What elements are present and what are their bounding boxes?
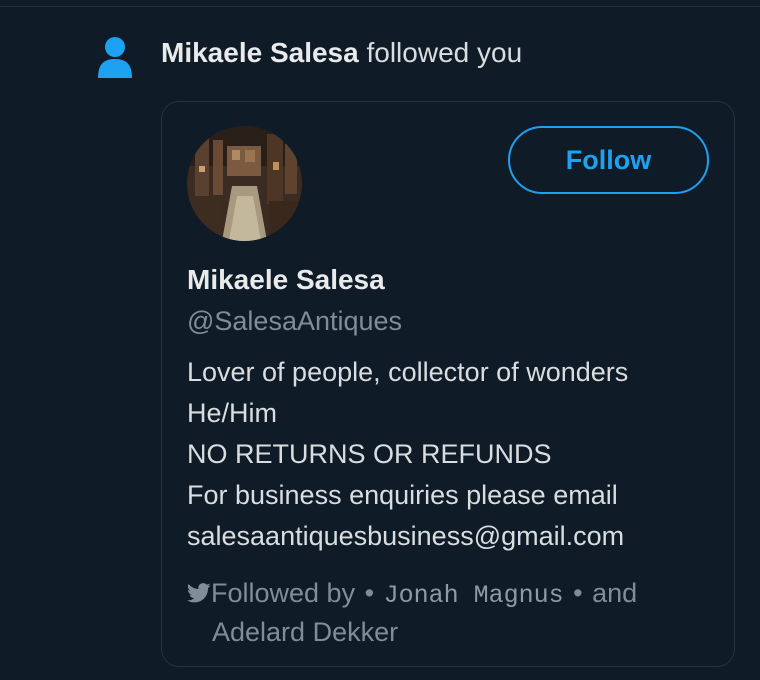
follow-notification[interactable]: Mikaele Salesa followed you Follow Mikae… bbox=[0, 0, 760, 680]
avatar-image bbox=[187, 126, 302, 241]
notification-header: Mikaele Salesa followed you bbox=[161, 36, 522, 70]
followed-by-prefix: Followed by bbox=[211, 578, 356, 608]
separator-dot: • bbox=[364, 578, 375, 608]
followed-by-context: Followed by • Jonah Magnus • and Adelard… bbox=[187, 575, 707, 651]
separator-dot: • bbox=[573, 578, 583, 608]
actor-name[interactable]: Mikaele Salesa bbox=[161, 37, 359, 68]
person-icon bbox=[98, 37, 132, 78]
bio-line: Lover of people, collector of wonders bbox=[187, 357, 629, 387]
follow-button[interactable]: Follow bbox=[508, 126, 709, 194]
bio-line: salesaantiquesbusiness@gmail.com bbox=[187, 521, 625, 551]
user-bio: Lover of people, collector of wonders He… bbox=[187, 352, 628, 557]
bird-icon bbox=[187, 583, 211, 603]
display-name[interactable]: Mikaele Salesa bbox=[187, 263, 385, 297]
follower-name[interactable]: Adelard Dekker bbox=[212, 617, 398, 647]
action-text: followed you bbox=[366, 37, 523, 68]
user-card[interactable]: Follow Mikaele Salesa @SalesaAntiques Lo… bbox=[161, 101, 735, 667]
follower-name[interactable]: Jonah Magnus bbox=[384, 581, 564, 610]
bio-line: For business enquiries please email bbox=[187, 480, 618, 510]
avatar[interactable] bbox=[187, 126, 302, 241]
user-handle[interactable]: @SalesaAntiques bbox=[187, 304, 402, 338]
conjunction: and bbox=[592, 578, 638, 608]
bio-line: NO RETURNS OR REFUNDS bbox=[187, 439, 552, 469]
bio-line: He/Him bbox=[187, 398, 278, 428]
